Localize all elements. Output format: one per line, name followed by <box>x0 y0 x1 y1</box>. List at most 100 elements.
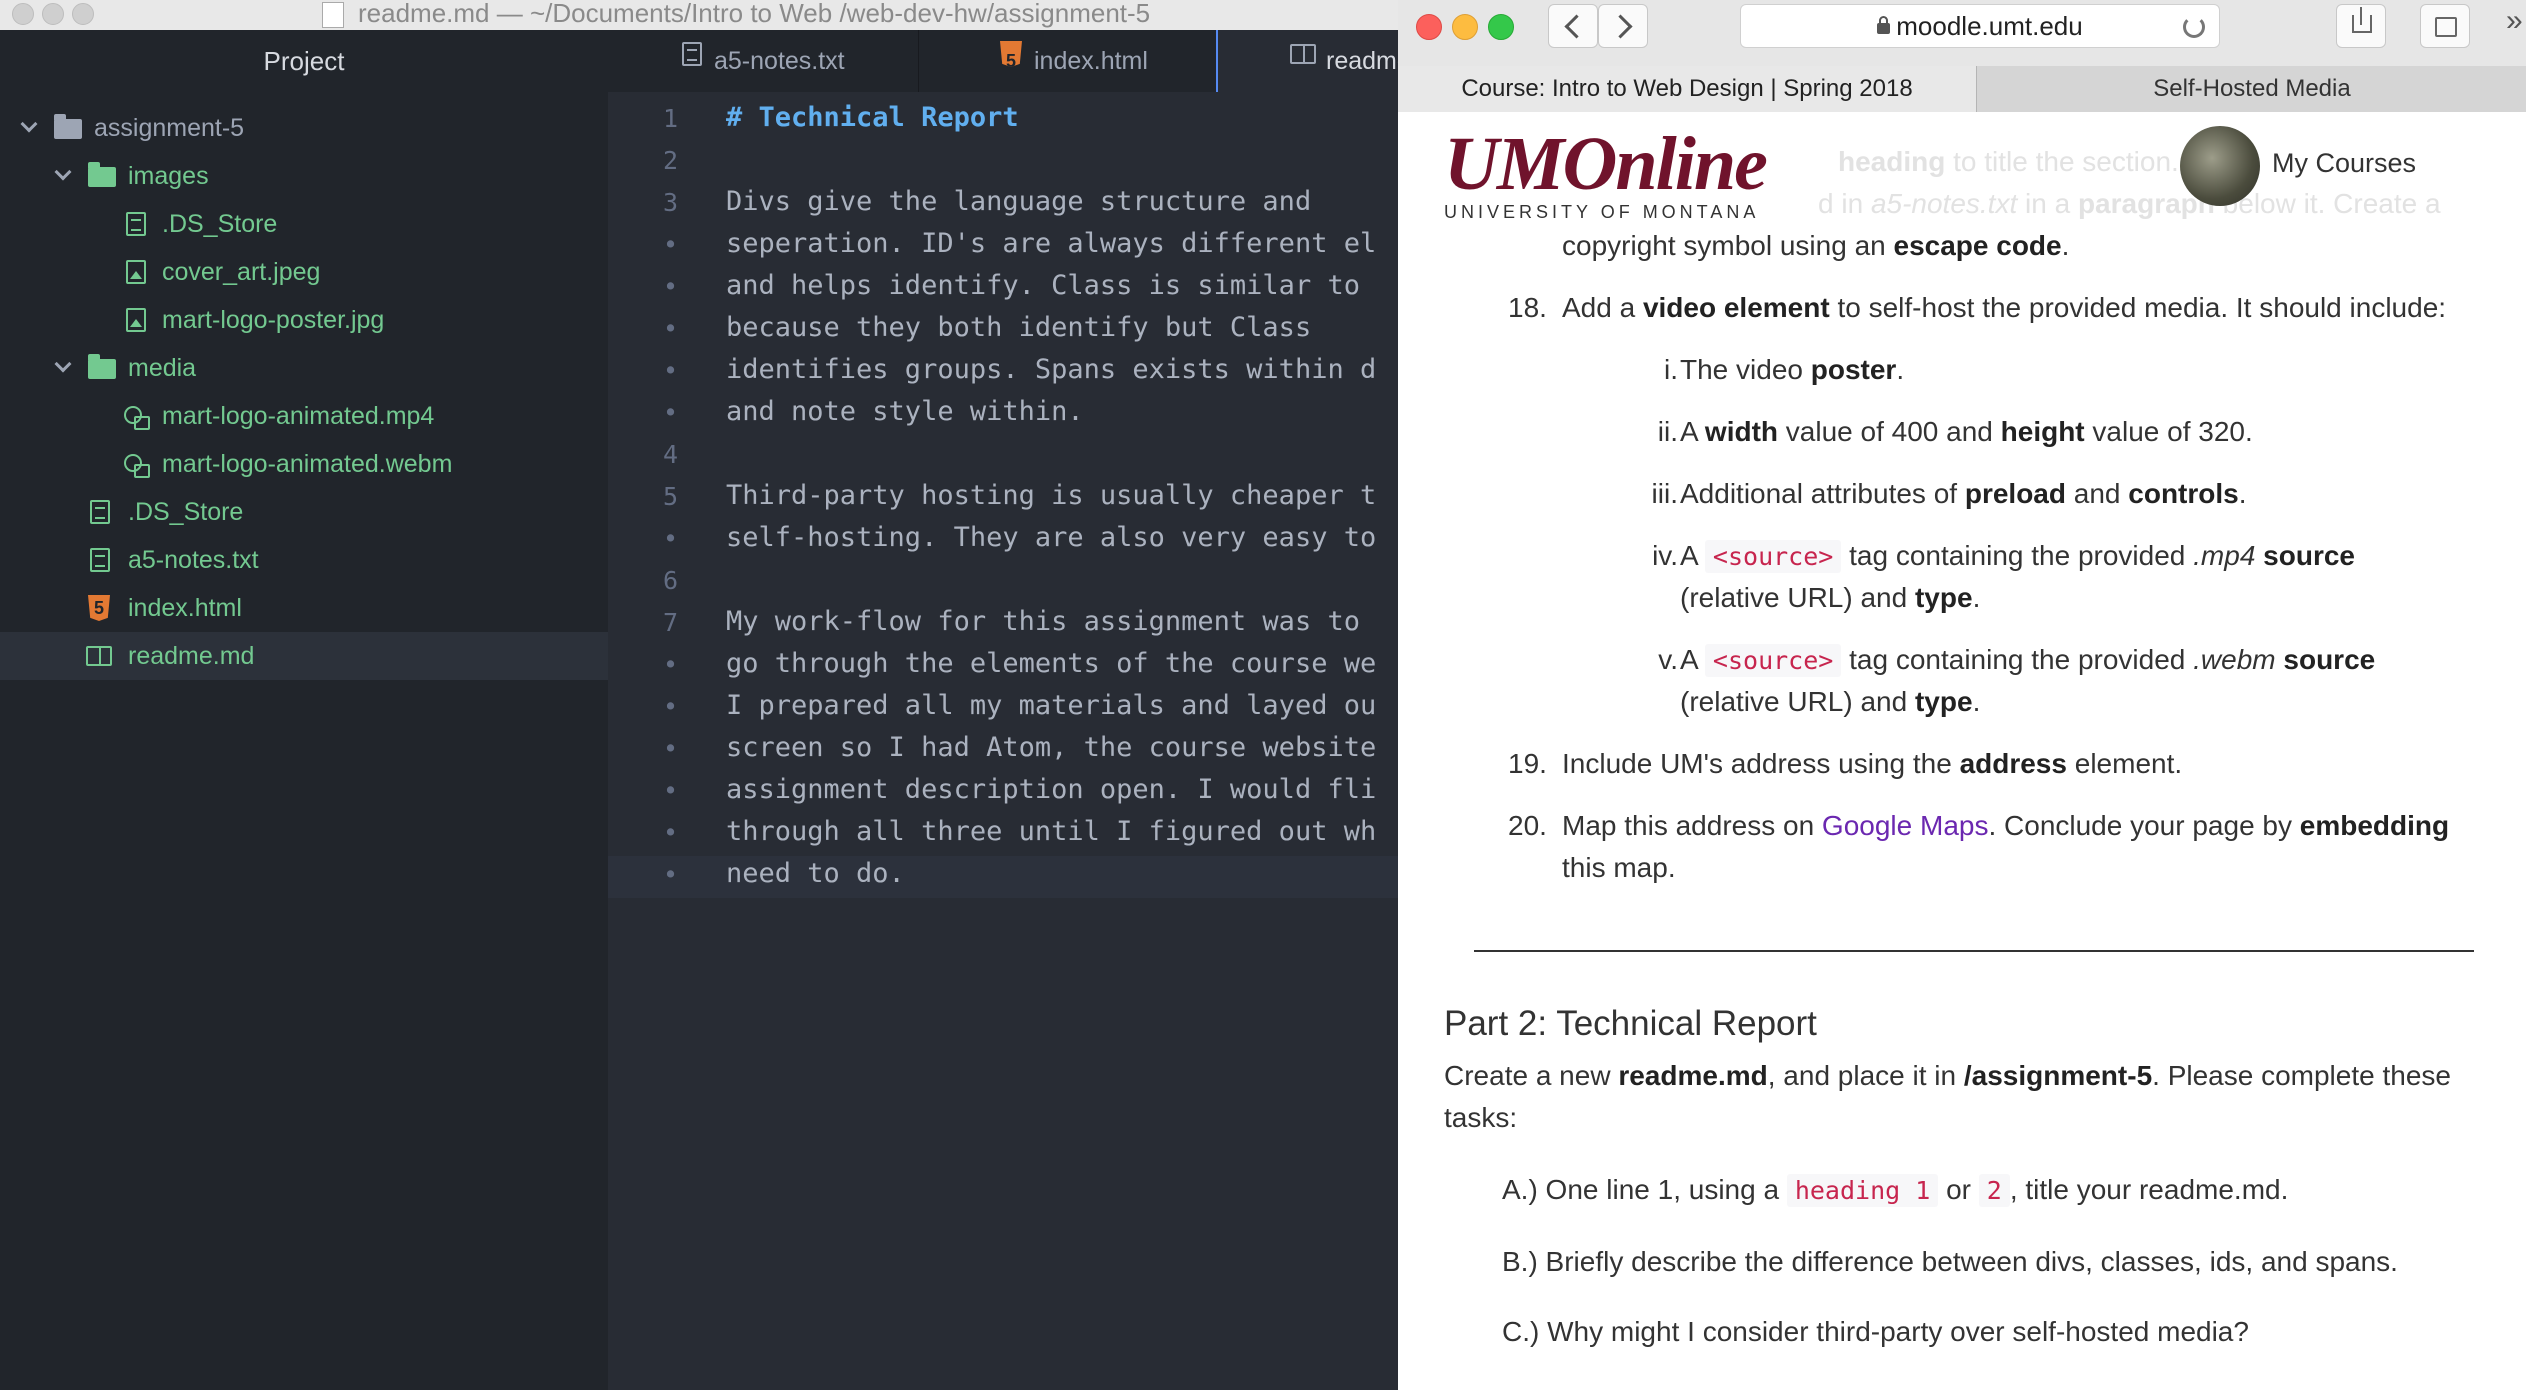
html5-icon <box>1000 41 1022 67</box>
code-line[interactable]: identifies groups. Spans exists within d <box>726 354 1376 385</box>
reload-icon[interactable] <box>2183 16 2205 38</box>
tree-item-mart-logo-animated-mp4[interactable]: mart-logo-animated.mp4 <box>0 392 608 440</box>
code-line[interactable]: need to do. <box>726 858 905 889</box>
code-line[interactable]: self-hosting. They are also very easy to <box>726 522 1376 553</box>
code-line[interactable]: and note style within. <box>726 396 1084 427</box>
browser-toolbar: moodle.umt.edu » <box>1398 0 2526 67</box>
line-number[interactable]: 3 <box>608 188 678 217</box>
line-number[interactable]: 2 <box>608 146 678 175</box>
zoom-window-button[interactable] <box>1488 14 1514 40</box>
chevron-down-icon[interactable] <box>22 118 36 132</box>
markdown-file-icon <box>1290 44 1316 64</box>
line-number[interactable]: • <box>608 650 678 679</box>
tree-item-mart-logo-animated-webm[interactable]: mart-logo-animated.webm <box>0 440 608 488</box>
line-number[interactable]: • <box>608 776 678 805</box>
tab-readme-md[interactable]: readme.md <box>1216 30 1398 92</box>
line-number[interactable]: • <box>608 692 678 721</box>
line-number[interactable]: • <box>608 356 678 385</box>
task-a: A.) One line 1, using a heading 1 or 2, … <box>1502 1174 2289 1207</box>
close-window-button[interactable] <box>1416 14 1442 40</box>
tab-a5-notes[interactable]: a5-notes.txt <box>608 30 919 92</box>
tree-item-images[interactable]: images <box>0 152 608 200</box>
line-number[interactable]: • <box>608 272 678 301</box>
tree-item-index-html[interactable]: index.html <box>0 584 608 632</box>
line-number[interactable]: • <box>608 314 678 343</box>
sublist-item-i: The video poster. <box>1680 354 1905 385</box>
browser-tab-course[interactable]: Course: Intro to Web Design | Spring 201… <box>1398 66 1977 112</box>
zoom-window-button[interactable] <box>72 3 94 25</box>
faded-instruction-line: heading to title the section. Add <box>1838 146 2235 177</box>
line-number[interactable]: 1 <box>608 104 678 133</box>
line-number[interactable]: 6 <box>608 566 678 595</box>
browser-tab-self-hosted-media[interactable]: Self-Hosted Media <box>1978 66 2526 112</box>
tree-item-ds-store[interactable]: .DS_Store <box>0 200 608 248</box>
close-window-button[interactable] <box>12 3 34 25</box>
code-line[interactable]: and helps identify. Class is similar to <box>726 270 1360 301</box>
line-number[interactable]: 7 <box>608 608 678 637</box>
tree-item-a5-notes[interactable]: a5-notes.txt <box>0 536 608 584</box>
list-item-20-cont: this map. <box>1562 852 1676 883</box>
code-line[interactable]: Third-party hosting is usually cheaper t <box>726 480 1376 511</box>
code-line[interactable]: screen so I had Atom, the course website <box>726 732 1376 763</box>
chevron-down-icon[interactable] <box>56 358 70 372</box>
code-line[interactable]: because they both identify but Class <box>726 312 1311 343</box>
line-number[interactable]: • <box>608 734 678 763</box>
line-number[interactable]: 4 <box>608 440 678 469</box>
tree-item-assignment-5[interactable]: assignment-5 <box>0 104 608 152</box>
sublist-item-iv-cont: (relative URL) and type. <box>1680 582 1981 613</box>
logo-wordmark: UMOnline <box>1444 122 1768 206</box>
my-courses-link[interactable]: My Courses <box>2272 148 2416 179</box>
tab-index-html[interactable]: index.html <box>918 30 1217 92</box>
tree-item-media[interactable]: media <box>0 344 608 392</box>
minimize-window-button[interactable] <box>42 3 64 25</box>
browser-tab-bar: Course: Intro to Web Design | Spring 201… <box>1398 66 2526 113</box>
umonline-logo[interactable]: UMOnline UNIVERSITY OF MONTANA <box>1444 122 1768 223</box>
code-line[interactable]: I prepared all my materials and layed ou <box>726 690 1376 721</box>
line-number[interactable]: 5 <box>608 482 678 511</box>
minimize-window-button[interactable] <box>1452 14 1478 40</box>
share-button[interactable] <box>2336 4 2386 48</box>
tree-item-label: mart-logo-animated.mp4 <box>162 402 435 430</box>
code-line[interactable]: go through the elements of the course we <box>726 648 1376 679</box>
folder-icon <box>54 114 82 139</box>
code-line[interactable]: # Technical Report <box>726 102 1019 133</box>
list-item-number: 19. <box>1508 748 1547 779</box>
tabs-overview-icon <box>2435 17 2457 37</box>
code-line[interactable]: assignment description open. I would fli <box>726 774 1376 805</box>
line-number[interactable]: • <box>608 524 678 553</box>
code-line[interactable]: Divs give the language structure and <box>726 186 1311 217</box>
line-number[interactable]: • <box>608 860 678 889</box>
forward-button[interactable] <box>1598 4 1648 48</box>
text-file-icon <box>682 42 702 66</box>
inline-code: <source> <box>1704 644 1842 677</box>
tab-label: readme.md <box>1326 47 1398 75</box>
line-number[interactable]: • <box>608 230 678 259</box>
folder-icon <box>88 162 116 187</box>
code-line[interactable]: through all three until I figured out wh <box>726 816 1376 847</box>
sublist-number: i. <box>1664 354 1678 385</box>
back-button[interactable] <box>1548 4 1598 48</box>
tree-item-ds-store-root[interactable]: .DS_Store <box>0 488 608 536</box>
inline-code: <source> <box>1704 540 1842 573</box>
line-number[interactable]: • <box>608 398 678 427</box>
task-c: C.) Why might I consider third-party ove… <box>1502 1316 2249 1347</box>
show-tabs-button[interactable] <box>2420 4 2470 48</box>
overflow-chevron-icon[interactable]: » <box>2506 4 2523 38</box>
atom-title-bar: readme.md — ~/Documents/Intro to Web /we… <box>0 0 1398 31</box>
faded-instruction-line: d in a5-notes.txt in a paragraph below i… <box>1818 188 2441 219</box>
chevron-down-icon[interactable] <box>56 166 70 180</box>
tree-item-cover-art[interactable]: cover_art.jpeg <box>0 248 608 296</box>
task-b: B.) Briefly describe the difference betw… <box>1502 1246 2398 1277</box>
tree-item-label: mart-logo-poster.jpg <box>162 306 385 334</box>
avatar[interactable] <box>2180 126 2260 206</box>
code-editor[interactable]: 1 # Technical Report 2 3 Divs give the langu… <box>608 92 1398 1390</box>
line-number[interactable]: • <box>608 818 678 847</box>
image-file-icon <box>126 308 146 332</box>
tab-label: index.html <box>1034 47 1148 75</box>
code-line[interactable]: My work-flow for this assignment was to <box>726 606 1360 637</box>
tree-item-mart-logo-poster[interactable]: mart-logo-poster.jpg <box>0 296 608 344</box>
code-line[interactable]: seperation. ID's are always different el <box>726 228 1376 259</box>
tree-item-readme-md[interactable]: readme.md <box>0 632 608 680</box>
google-maps-link[interactable]: Google Maps <box>1822 810 1989 841</box>
address-bar[interactable]: moodle.umt.edu <box>1740 4 2220 48</box>
